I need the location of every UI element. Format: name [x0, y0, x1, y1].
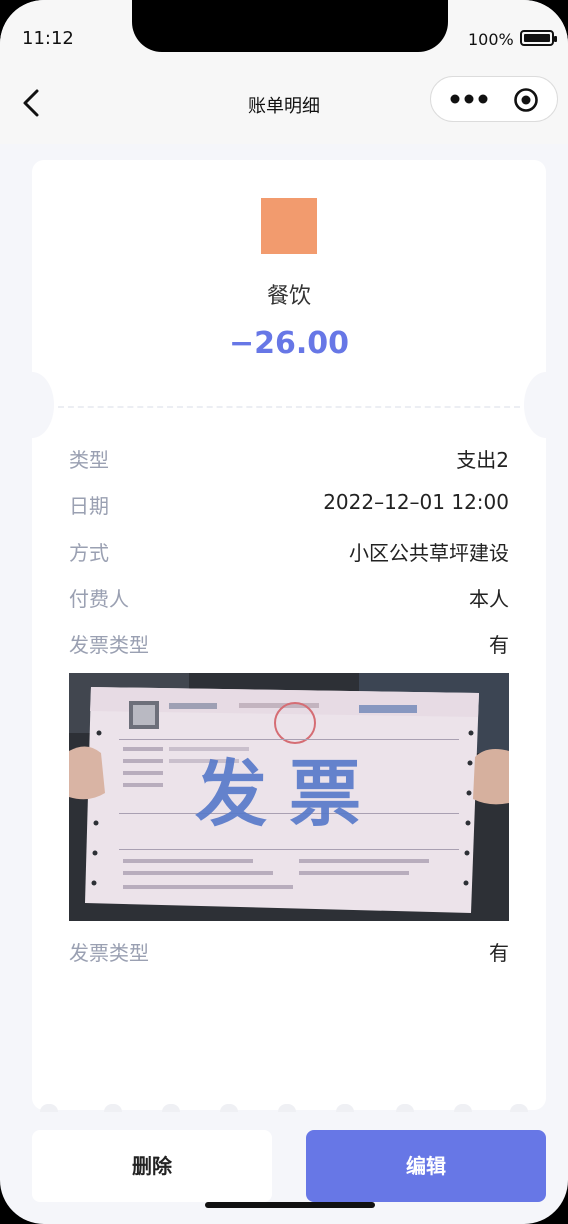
detail-value: 2022–12–01 12:00: [323, 490, 509, 514]
category-name: 餐饮: [266, 284, 311, 309]
ticket-bottom-edge: [40, 1104, 530, 1112]
home-indicator: [205, 1202, 375, 1208]
status-time: 11:12: [22, 28, 74, 49]
edit-button[interactable]: 编辑: [306, 1130, 546, 1202]
ticket-divider: [58, 406, 520, 408]
detail-value: 支出2: [456, 448, 509, 472]
detail-row-payer: 付费人 本人: [69, 583, 509, 617]
detail-label: 日期: [69, 494, 109, 518]
more-dots-icon[interactable]: [447, 87, 493, 111]
camera-notch: [132, 0, 448, 52]
detail-label: 发票类型: [69, 633, 149, 657]
mini-program-capsule: [430, 76, 558, 122]
delete-button[interactable]: 删除: [32, 1130, 272, 1202]
battery-icon: [520, 30, 557, 46]
status-bar: 11:12 100%: [0, 0, 568, 64]
nav-bar: 账单明细: [0, 64, 568, 144]
category-icon: [261, 198, 317, 254]
invoice-caption: 发票: [195, 751, 383, 836]
detail-value: 有: [489, 633, 509, 657]
invoice-image[interactable]: 发票: [69, 673, 509, 921]
bill-card: 餐饮 −26.00 类型 支出2 日期 2022–12–01 12:00 方式 …: [10, 160, 568, 1110]
battery-percent: 100%: [468, 30, 514, 49]
detail-label: 方式: [69, 541, 109, 565]
detail-label: 付费人: [69, 587, 129, 611]
detail-label: 发票类型: [69, 941, 149, 965]
detail-row-invoice-type: 发票类型 有: [69, 629, 509, 663]
detail-value: 小区公共草坪建设: [349, 541, 509, 565]
detail-row-invoice-type-2: 发票类型 有: [69, 937, 509, 971]
detail-row-method: 方式 小区公共草坪建设: [69, 537, 509, 571]
detail-row-date: 日期 2022–12–01 12:00: [69, 490, 509, 524]
detail-label: 类型: [69, 448, 109, 472]
detail-value: 本人: [469, 587, 509, 611]
ticket-notch-right: [524, 372, 568, 438]
detail-row-type: 类型 支出2: [69, 444, 509, 478]
detail-value: 有: [489, 941, 509, 965]
target-icon[interactable]: [513, 87, 539, 113]
bill-amount: −26.00: [228, 326, 350, 361]
ticket-notch-left: [10, 372, 54, 438]
phone-screen: 11:12 100% 账单明细 餐饮 −26.00 类型 支出2 日期 2022…: [0, 0, 568, 1224]
